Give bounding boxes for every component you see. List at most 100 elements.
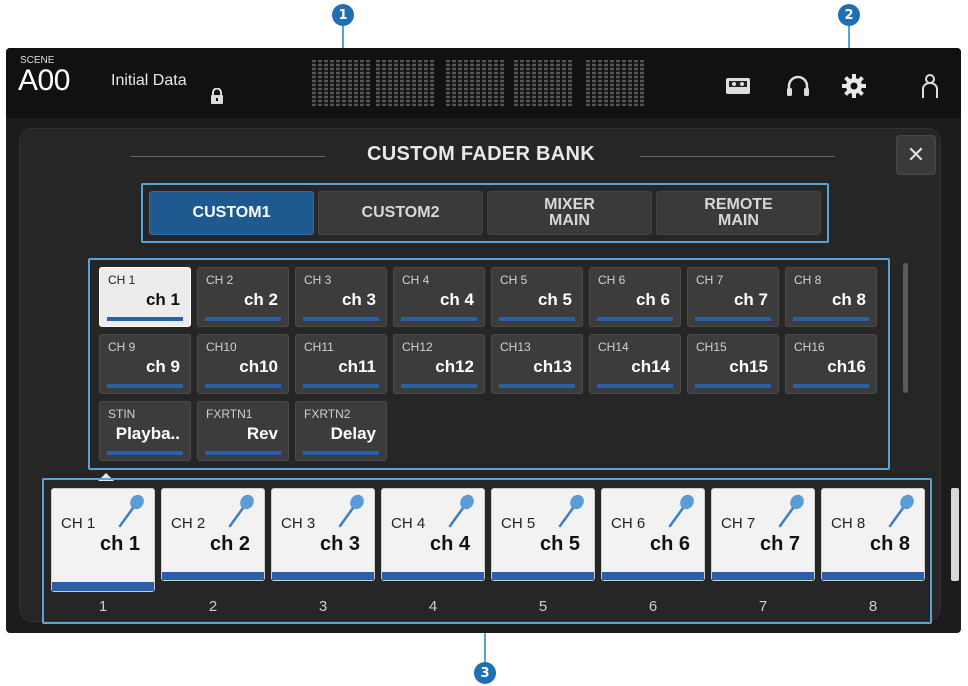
meter-group-d <box>514 60 572 106</box>
channel-cell-label: CH 5 <box>500 273 528 287</box>
fader-channel[interactable]: CH 2 ch 2 <box>161 488 265 581</box>
device-screen: SCENE A00 Initial Data CUSTOM FADER BANK… <box>6 48 961 633</box>
channel-cell[interactable]: CH 4 ch 4 <box>393 267 485 327</box>
channel-color-bar <box>303 451 379 455</box>
callout-2: 2 <box>838 4 860 26</box>
next-fader-edge <box>951 488 959 581</box>
panel-title: CUSTOM FADER BANK <box>366 143 596 165</box>
channel-cell[interactable]: CH 3 ch 3 <box>295 267 387 327</box>
fader-color-bar <box>492 572 594 580</box>
callout-3: 3 <box>474 662 496 684</box>
meter-bar <box>406 60 410 106</box>
microphone-icon <box>338 494 364 528</box>
close-button[interactable]: ✕ <box>896 135 936 175</box>
close-icon: ✕ <box>906 142 926 167</box>
meter-bar <box>488 60 492 106</box>
channel-cell-name: ch15 <box>729 357 768 376</box>
microphone-icon <box>668 494 694 528</box>
meter-group-a <box>312 60 370 106</box>
channel-color-bar <box>695 384 771 388</box>
channel-cell[interactable]: CH 7 ch 7 <box>687 267 779 327</box>
channel-cell[interactable]: CH15 ch15 <box>687 334 779 394</box>
fader-channel[interactable]: CH 7 ch 7 <box>711 488 815 581</box>
user-icon[interactable] <box>916 72 944 100</box>
fader-label: CH 3 <box>281 515 316 532</box>
channel-cell[interactable]: CH13 ch13 <box>491 334 583 394</box>
meter-bar <box>382 60 386 106</box>
channel-cell[interactable]: CH14 ch14 <box>589 334 681 394</box>
grid-scrollbar[interactable] <box>903 263 908 393</box>
channel-color-bar <box>597 384 673 388</box>
tab-custom2[interactable]: CUSTOM2 <box>318 191 483 235</box>
channel-cell[interactable]: FXRTN1 Rev <box>197 401 289 461</box>
tab-label: MIXER MAIN <box>544 196 595 229</box>
meter-bar <box>526 60 530 106</box>
fader-color-bar <box>272 572 374 580</box>
meter-bar <box>538 60 542 106</box>
tab-remote-main[interactable]: REMOTE MAIN <box>656 191 821 235</box>
meter-bar <box>318 60 322 106</box>
fader-number: 6 <box>648 598 658 615</box>
fader-channel[interactable]: CH 5 ch 5 <box>491 488 595 581</box>
channel-color-bar <box>401 317 477 321</box>
scene-title[interactable]: Initial Data <box>111 72 187 90</box>
fader-name: ch 6 <box>649 533 690 555</box>
meter-bar <box>592 60 596 106</box>
channel-cell-name: ch12 <box>435 357 474 376</box>
fader-name: ch 8 <box>869 533 910 555</box>
channel-cell[interactable]: FXRTN2 Delay <box>295 401 387 461</box>
tab-custom1[interactable]: CUSTOM1 <box>149 191 314 235</box>
lock-icon[interactable] <box>210 88 224 104</box>
channel-color-bar <box>107 451 183 455</box>
recorder-icon[interactable] <box>724 72 752 100</box>
fader-number: 7 <box>758 598 768 615</box>
channel-cell-name: Delay <box>330 424 376 443</box>
meter-bar <box>360 60 364 106</box>
meter-bar <box>324 60 328 106</box>
channel-cell-name: Playba.. <box>115 424 180 443</box>
channel-cell-label: CH 4 <box>402 273 430 287</box>
fader-color-bar <box>162 572 264 580</box>
channel-cell[interactable]: CH 1 ch 1 <box>99 267 191 327</box>
channel-cell-name: ch16 <box>827 357 866 376</box>
channel-cell[interactable]: CH 8 ch 8 <box>785 267 877 327</box>
fader-number: 4 <box>428 598 438 615</box>
meter-bar <box>336 60 340 106</box>
channel-cell-label: CH 6 <box>598 273 626 287</box>
channel-cell[interactable]: CH 9 ch 9 <box>99 334 191 394</box>
channel-cell[interactable]: CH 5 ch 5 <box>491 267 583 327</box>
scene-number[interactable]: A00 <box>18 64 70 98</box>
meter-bar <box>520 60 524 106</box>
meter-bar <box>446 60 450 106</box>
meter-bar <box>342 60 346 106</box>
channel-cell[interactable]: STIN Playba.. <box>99 401 191 461</box>
channel-cell-name: ch13 <box>533 357 572 376</box>
channel-cell-label: CH12 <box>402 340 433 354</box>
channel-cell[interactable]: CH 2 ch 2 <box>197 267 289 327</box>
fader-channel[interactable]: CH 1 ch 1 <box>51 488 155 592</box>
fader-channel[interactable]: CH 4 ch 4 <box>381 488 485 581</box>
fader-color-bar <box>822 572 924 580</box>
tab-label: CUSTOM2 <box>361 204 440 221</box>
tab-mixer-main[interactable]: MIXER MAIN <box>487 191 652 235</box>
channel-cell-label: CH11 <box>304 340 334 354</box>
channel-color-bar <box>205 384 281 388</box>
meter-bar <box>628 60 632 106</box>
fader-channel[interactable]: CH 8 ch 8 <box>821 488 925 581</box>
channel-cell[interactable]: CH16 ch16 <box>785 334 877 394</box>
fader-channel[interactable]: CH 6 ch 6 <box>601 488 705 581</box>
fader-name: ch 4 <box>429 533 470 555</box>
gear-icon[interactable] <box>840 72 868 100</box>
channel-color-bar <box>303 317 379 321</box>
channel-cell-name: ch 8 <box>831 290 866 309</box>
channel-cell[interactable]: CH 6 ch 6 <box>589 267 681 327</box>
channel-cell[interactable]: CH10 ch10 <box>197 334 289 394</box>
headphones-icon[interactable] <box>784 72 812 100</box>
fader-channel[interactable]: CH 3 ch 3 <box>271 488 375 581</box>
meter-bar <box>394 60 398 106</box>
channel-cell[interactable]: CH12 ch12 <box>393 334 485 394</box>
channel-color-bar <box>303 384 379 388</box>
channel-cell-label: FXRTN2 <box>304 407 351 421</box>
channel-cell[interactable]: CH11 ch11 <box>295 334 387 394</box>
meter-bar <box>376 60 380 106</box>
